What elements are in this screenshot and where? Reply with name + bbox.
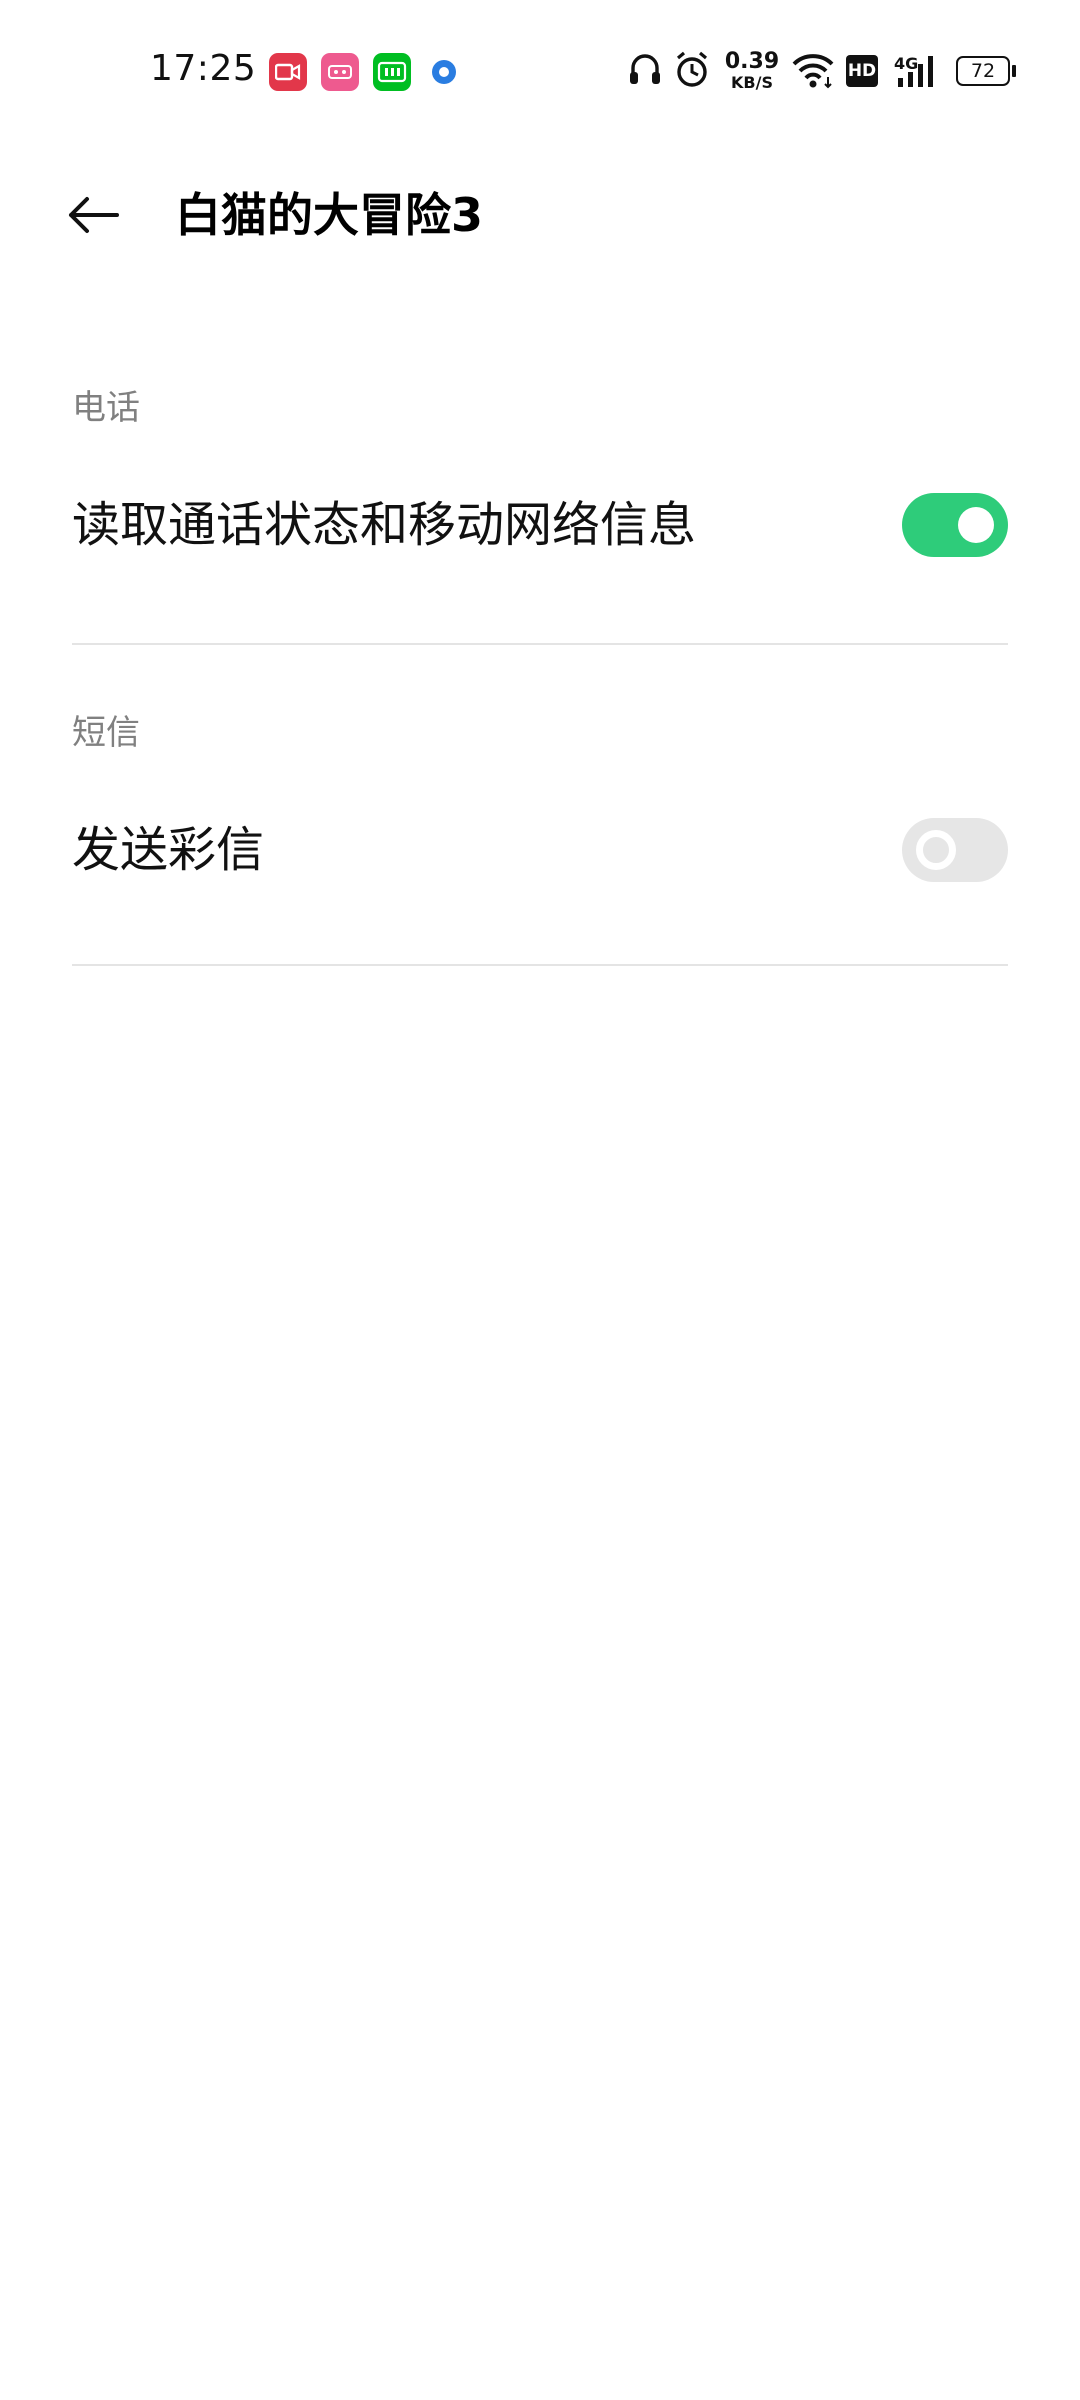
- headphones-icon: [627, 50, 667, 94]
- battery-level: 72: [956, 56, 1010, 86]
- video-app-icon: [269, 53, 307, 91]
- hd-label: HD: [846, 55, 878, 87]
- battery-icon: 72: [956, 56, 1016, 100]
- signal-icon: 4G: [892, 50, 944, 94]
- wifi-icon: [790, 50, 836, 94]
- divider: [72, 643, 1008, 645]
- section-title-phone: 电话: [72, 388, 140, 428]
- back-arrow-icon: [69, 197, 119, 233]
- hd-icon: HD: [846, 55, 880, 99]
- divider: [72, 964, 1008, 966]
- permission-row-send-mms[interactable]: 发送彩信: [0, 790, 1080, 910]
- section-title-sms: 短信: [72, 713, 140, 753]
- switch-knob: [916, 830, 956, 870]
- toggle-switch-phone-state[interactable]: [902, 493, 1008, 557]
- switch-knob: [958, 507, 994, 543]
- status-bar: 17:25 0.39 KB/S HD 4G 72: [0, 0, 1080, 140]
- net-speed-unit: KB/S: [731, 73, 773, 92]
- blue-dot-app-icon: [425, 53, 463, 91]
- status-time: 17:25: [150, 48, 257, 89]
- permission-label: 读取通话状态和移动网络信息: [72, 497, 697, 553]
- permission-row-phone-state[interactable]: 读取通话状态和移动网络信息: [0, 465, 1080, 585]
- pink-app-icon: [321, 53, 359, 91]
- back-button[interactable]: [58, 180, 128, 250]
- net-speed: 0.39 KB/S: [722, 50, 782, 94]
- page-title: 白猫的大冒险3: [175, 188, 484, 242]
- iqiyi-app-icon: [373, 53, 411, 91]
- alarm-icon: [673, 50, 713, 94]
- net-speed-value: 0.39: [724, 49, 780, 74]
- toggle-switch-send-mms[interactable]: [902, 818, 1008, 882]
- app-header: 白猫的大冒险3: [0, 150, 1080, 280]
- permission-label: 发送彩信: [72, 822, 265, 878]
